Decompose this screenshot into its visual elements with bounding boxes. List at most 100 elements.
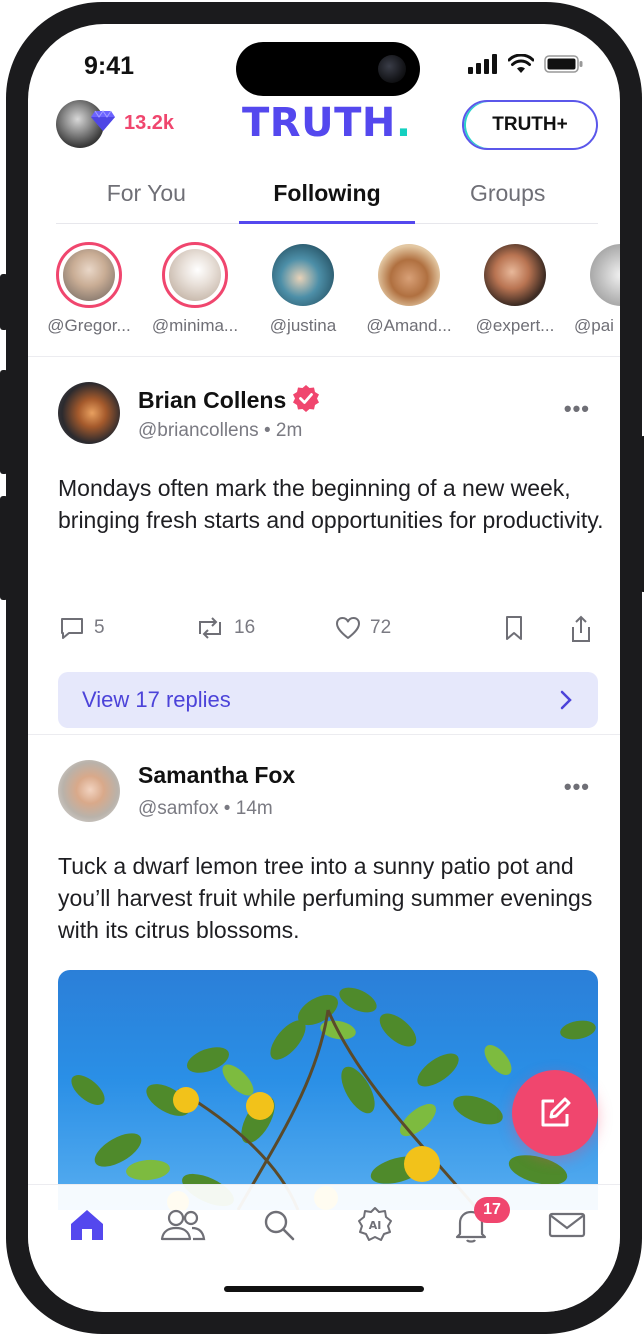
story-ring [376,242,442,308]
dynamic-island [236,42,420,96]
story-handle: @pai [574,316,614,335]
nav-home[interactable] [62,1203,112,1247]
story-avatar [378,244,440,306]
chevron-right-icon [560,690,572,710]
more-options-icon[interactable]: ••• [564,774,590,800]
ai-icon: AI [358,1207,392,1241]
post-text: Mondays often mark the beginning of a ne… [58,475,604,533]
story-handle: @expert... [475,316,555,335]
story-handle: @minima... [151,316,239,335]
share-button[interactable] [568,614,594,644]
story-ring [270,242,336,308]
bookmark-icon [506,616,522,640]
post-image[interactable] [58,970,598,1210]
retruth-button[interactable]: 16 [194,614,255,642]
post-time: 14m [235,798,273,819]
volume-down-button [0,496,8,600]
nav-groups[interactable] [158,1203,208,1247]
app-logo: TRUTH. [242,100,412,146]
post-author[interactable]: Samantha Fox [138,762,295,789]
nav-search[interactable] [254,1203,304,1247]
stories-row: @Gregor... @minima... @justina @Amand...… [28,242,620,346]
post-author[interactable]: Brian Collens [138,384,320,414]
points-count: 13.2k [124,112,175,134]
story-handle: @justina [269,316,337,335]
verified-badge-icon [293,385,320,412]
post-actions: 5 16 72 [58,614,598,646]
story-avatar [272,244,334,306]
bookmark-button[interactable] [502,614,526,642]
like-count: 72 [370,617,392,638]
status-icons [468,54,584,74]
truth-plus-button[interactable]: TRUTH+ [462,100,598,150]
tab-groups[interactable]: Groups [417,172,598,223]
story-item[interactable]: @justina [248,242,358,336]
wifi-icon [508,54,534,73]
search-icon [264,1210,295,1241]
svg-text:AI: AI [369,1219,382,1232]
author-name: Brian Collens [138,387,287,413]
logo-text: TRUTH [242,100,396,146]
post-avatar[interactable] [58,760,120,822]
post-avatar[interactable] [58,382,120,444]
post-handle: @samfox [138,798,219,819]
story-ring [482,242,548,308]
camera-icon [378,55,406,83]
home-indicator[interactable] [224,1286,424,1292]
logo-dot: . [395,100,412,146]
screen: 9:41 13.2k TRUTH. TRUTH+ For You Followi… [28,24,620,1312]
story-ring [56,242,122,308]
post-handle: @briancollens [138,420,259,441]
comment-icon [61,618,83,639]
post-text: Tuck a dwarf lemon tree into a sunny pat… [58,853,593,943]
home-icon [71,1210,103,1240]
heart-icon [336,617,360,639]
mail-icon [548,1212,586,1238]
post-meta: @briancollens • 2m [138,420,303,441]
phone-frame: 9:41 13.2k TRUTH. TRUTH+ For You Followi… [0,2,644,1334]
battery-icon [544,55,583,73]
action-button [0,274,8,330]
lemon-tree-image [71,987,596,1210]
story-handle: @Amand... [366,316,452,335]
view-replies-button[interactable]: View 17 replies [58,672,598,728]
nav-messages[interactable] [542,1203,592,1247]
story-avatar [169,249,221,301]
more-options-icon[interactable]: ••• [564,396,590,422]
post-card: Brian Collens @briancollens • 2m ••• Mon… [28,356,620,734]
nav-ai[interactable]: AI [350,1203,400,1247]
post-time: 2m [275,420,303,441]
story-item[interactable]: @pai [566,242,620,336]
app-header: 13.2k TRUTH. TRUTH+ [28,98,620,154]
share-icon [572,615,590,642]
status-time: 9:41 [84,52,135,80]
story-item[interactable]: @minima... [140,242,250,336]
post-meta: @samfox • 14m [138,798,273,819]
gem-icon [91,110,115,131]
story-item[interactable]: @Gregor... [34,242,144,336]
story-ring [162,242,228,308]
story-avatar [590,244,620,306]
people-icon [160,1209,206,1241]
notification-badge: 17 [474,1197,510,1223]
story-item[interactable]: @expert... [460,242,570,336]
cellular-signal-icon [468,54,497,74]
story-avatar [484,244,546,306]
bottom-nav: AI 17 [28,1184,620,1312]
comment-count: 5 [94,617,105,638]
compose-button[interactable] [512,1070,598,1156]
power-button [640,436,644,592]
feed-tabs: For You Following Groups [56,172,598,224]
view-replies-label: View 17 replies [82,687,231,712]
tab-following[interactable]: Following [237,172,418,224]
like-button[interactable]: 72 [334,614,391,642]
story-ring [588,242,620,308]
retruth-icon [199,617,221,639]
compose-icon [541,1097,571,1127]
comment-button[interactable]: 5 [58,614,105,642]
story-avatar [63,249,115,301]
tab-for-you[interactable]: For You [56,172,237,223]
story-handle: @Gregor... [47,316,131,335]
retruth-count: 16 [234,617,256,638]
story-item[interactable]: @Amand... [354,242,464,336]
